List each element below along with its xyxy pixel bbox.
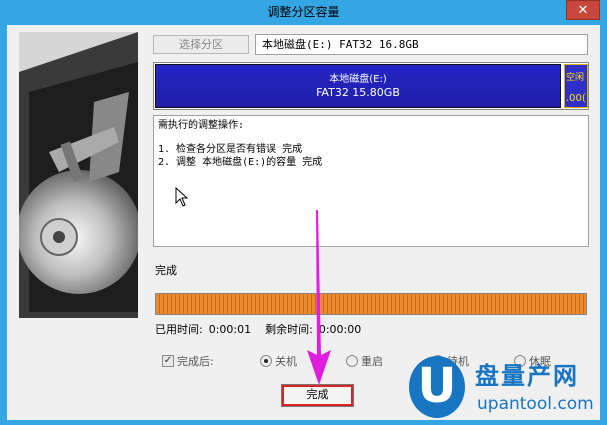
operations-log: 需执行的调整操作: 1. 检查各分区是否有错误 完成 2. 调整 本地磁盘(E:… <box>153 115 589 247</box>
watermark-logo: U <box>409 356 465 418</box>
remaining-label: 剩余时间: <box>265 323 313 336</box>
close-icon: ✕ <box>577 3 589 18</box>
free-space-label: 空闲 <box>566 73 585 83</box>
hard-disk-icon <box>19 32 138 318</box>
close-button[interactable]: ✕ <box>566 0 600 20</box>
partition-block-e[interactable]: 本地磁盘(E:) FAT32 15.80GB <box>155 64 561 108</box>
elapsed-label: 已用时间: <box>155 323 203 336</box>
partition-map: 本地磁盘(E:) FAT32 15.80GB 空闲 .00( <box>153 62 589 110</box>
free-space-block[interactable]: 空闲 .00( <box>564 64 588 108</box>
radio-shutdown-label: 关机 <box>275 355 297 368</box>
checkbox-checked-icon: ✓ <box>162 355 174 367</box>
remaining-value: 0:00:00 <box>318 323 362 336</box>
free-space-size: .00( <box>566 93 586 104</box>
radio-icon <box>346 355 358 367</box>
status-text: 完成 <box>155 264 177 277</box>
watermark-url: upantool.com <box>477 394 594 414</box>
hard-disk-illustration <box>19 32 138 318</box>
radio-selected-icon <box>260 355 272 367</box>
select-partition-button[interactable]: 选择分区 <box>153 35 249 54</box>
dialog-title: 调整分区容量 <box>267 5 340 19</box>
after-completion-checkbox[interactable]: ✓ 完成后: <box>162 353 214 369</box>
partition-name: 本地磁盘(E:) <box>329 74 387 85</box>
resize-partition-dialog: 调整分区容量 ✕ 选择分区 本地磁盘(E:) FAT32 16.8GB 本地磁盘… <box>0 0 607 425</box>
after-completion-label: 完成后: <box>177 355 214 368</box>
radio-shutdown[interactable]: 关机 <box>260 353 297 369</box>
elapsed-value: 0:00:01 <box>208 323 252 336</box>
progress-bar <box>155 293 587 315</box>
log-heading: 需执行的调整操作: <box>158 120 245 131</box>
finish-button[interactable]: 完成 <box>281 384 354 407</box>
time-row: 已用时间: 0:00:01 剩余时间: 0:00:00 <box>155 321 375 337</box>
radio-restart-label: 重启 <box>361 355 383 368</box>
partition-info: FAT32 15.80GB <box>316 86 400 99</box>
mouse-pointer-icon <box>175 187 189 207</box>
log-step-2: 2. 调整 本地磁盘(E:)的容量 完成 <box>158 157 323 168</box>
radio-restart[interactable]: 重启 <box>346 353 383 369</box>
site-watermark: U 盘量产网 upantool.com <box>405 350 605 422</box>
log-step-1: 1. 检查各分区是否有错误 完成 <box>158 144 303 155</box>
watermark-cn-text: 盘量产网 <box>475 362 579 390</box>
selected-disk-field: 本地磁盘(E:) FAT32 16.8GB <box>255 34 588 55</box>
